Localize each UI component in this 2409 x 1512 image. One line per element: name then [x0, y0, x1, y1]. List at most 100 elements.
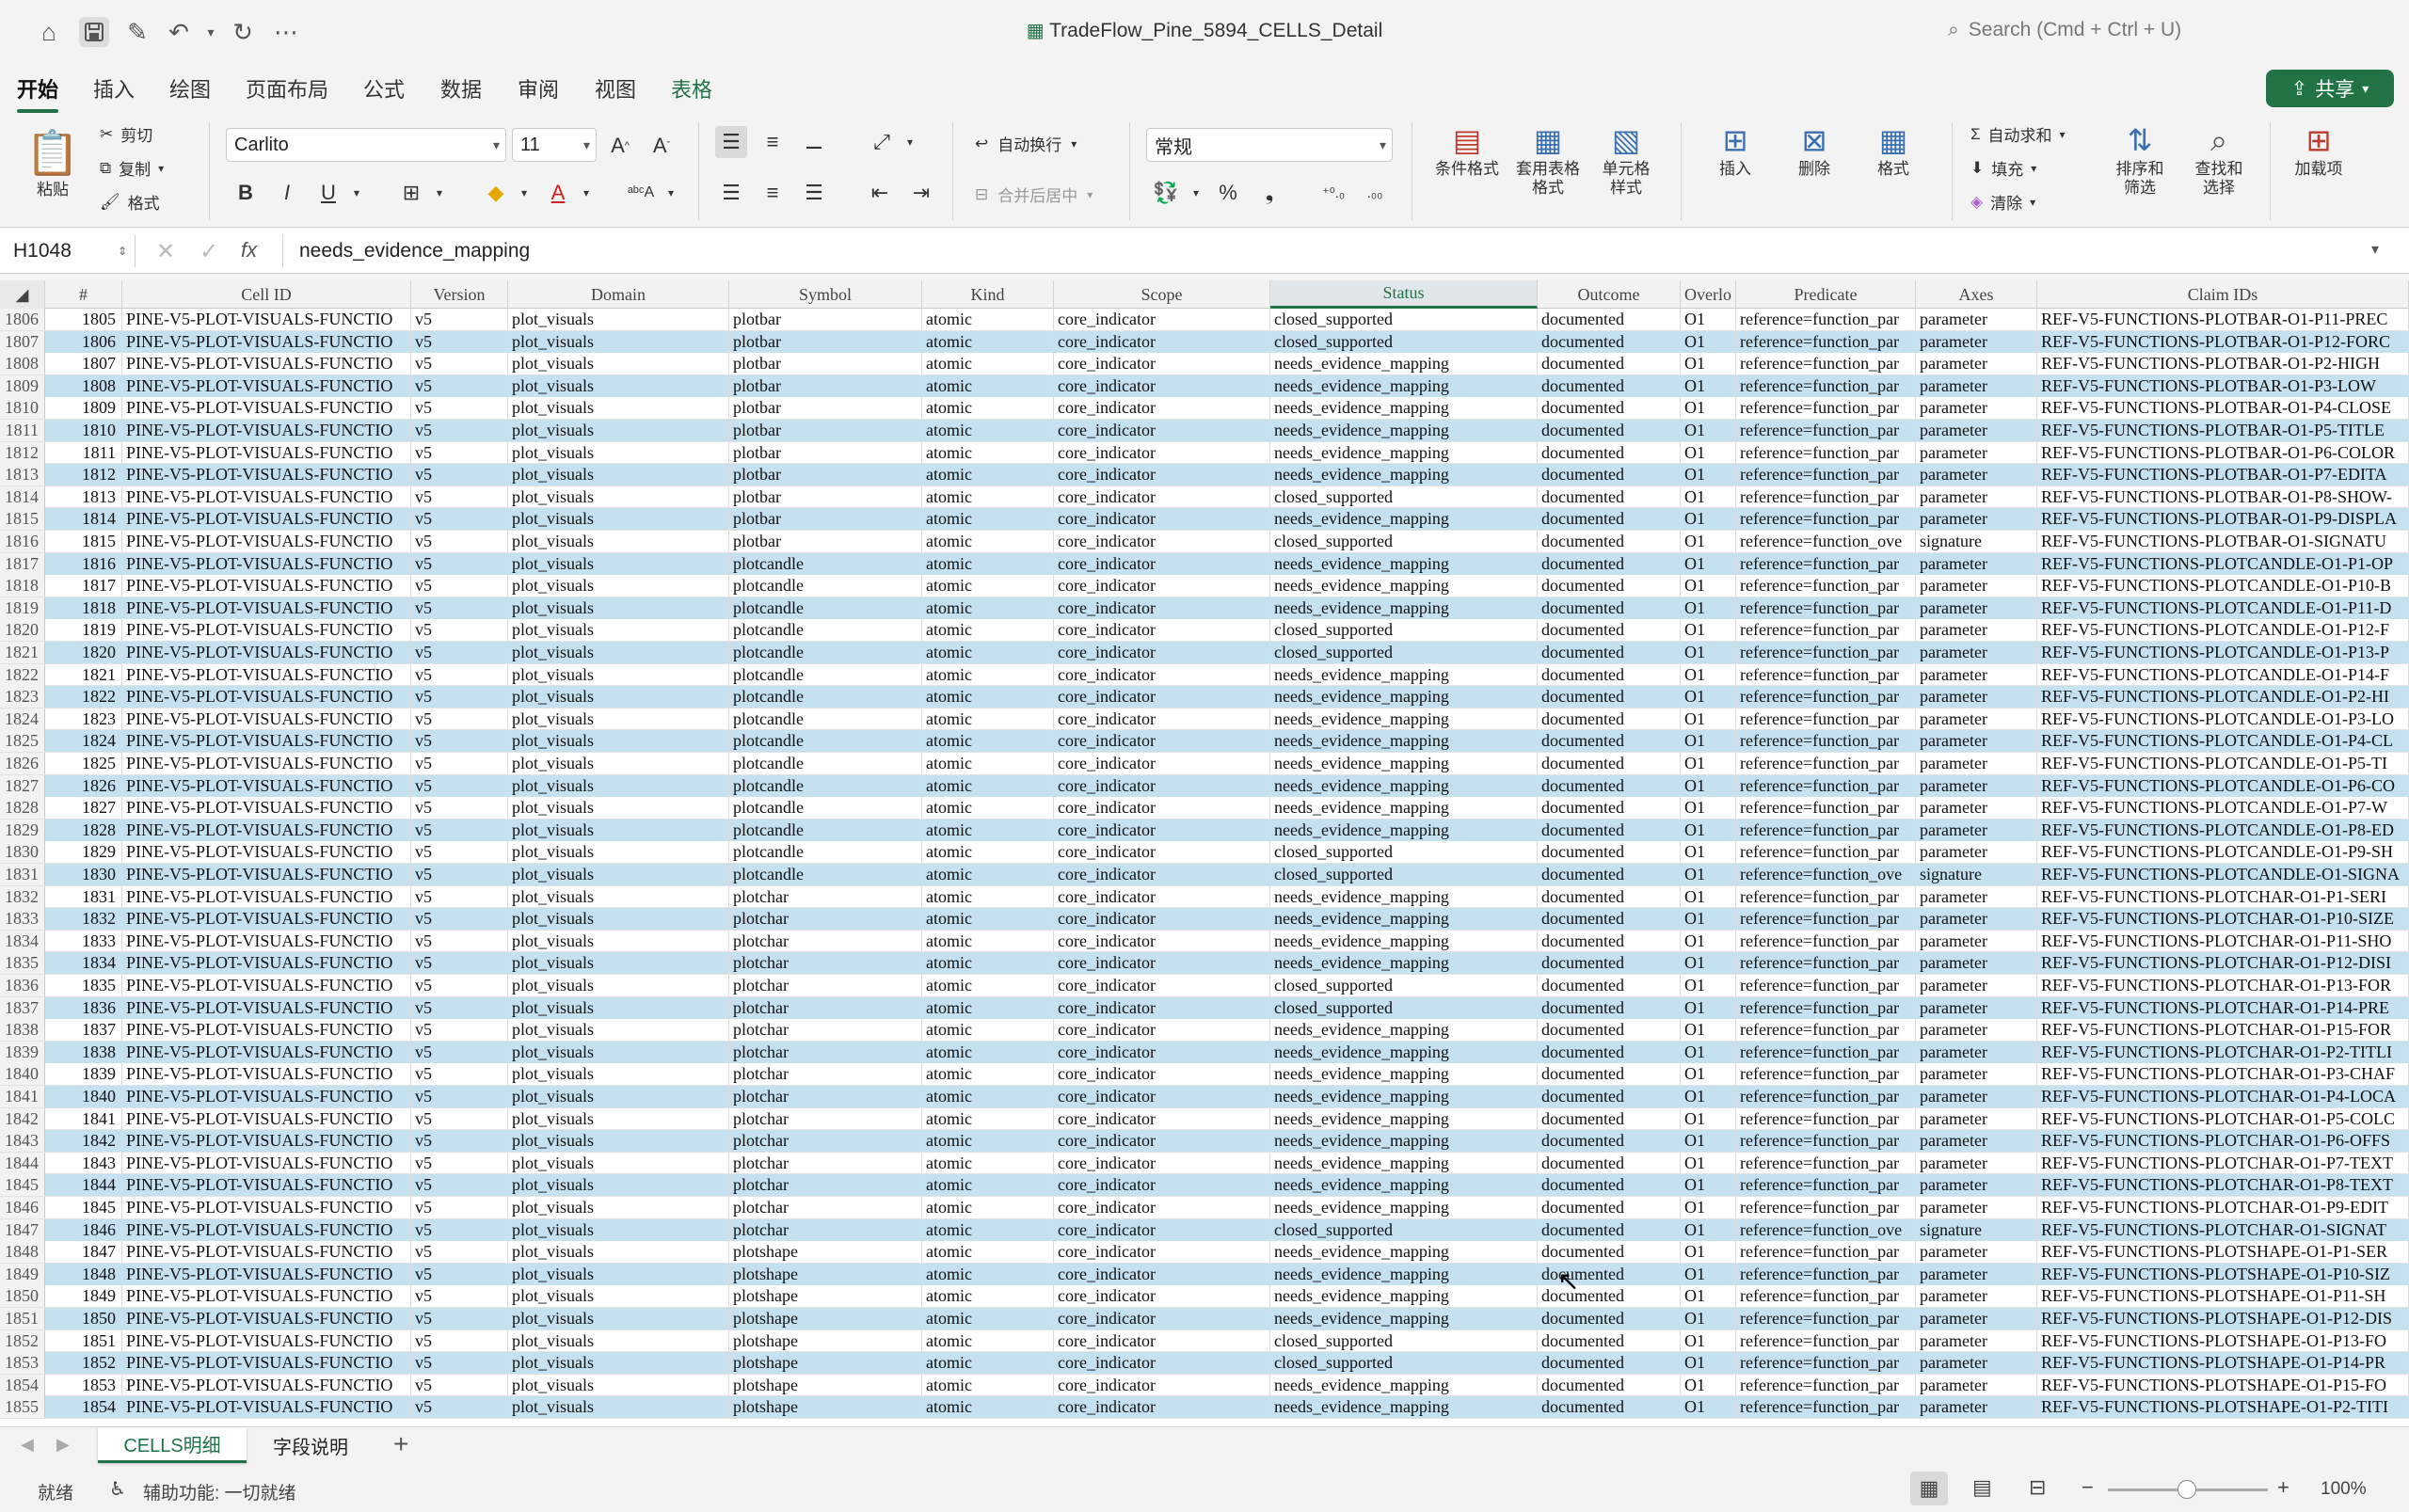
- align-left-icon[interactable]: ☰: [715, 177, 747, 209]
- cell-number[interactable]: 1808: [45, 374, 122, 397]
- cell-predicate[interactable]: reference=function_par: [1736, 1107, 1916, 1130]
- underline-dropdown-icon[interactable]: ▾: [341, 177, 373, 209]
- cell-kind[interactable]: atomic: [922, 619, 1054, 642]
- number-format-select[interactable]: 常规 ▾: [1146, 128, 1393, 162]
- cell-symbol[interactable]: plotchar: [729, 1130, 922, 1153]
- cell-axes[interactable]: parameter: [1916, 1107, 2037, 1130]
- cell-claim-ids[interactable]: REF-V5-FUNCTIONS-PLOTCANDLE-O1-SIGNA: [2037, 864, 2409, 885]
- row-header[interactable]: 1810: [0, 397, 45, 420]
- cell-version[interactable]: v5: [411, 485, 508, 508]
- cell-claim-ids[interactable]: REF-V5-FUNCTIONS-PLOTBAR-O1-P4-CLOSE: [2037, 397, 2409, 420]
- cell-kind[interactable]: atomic: [922, 397, 1054, 420]
- cell-claim-ids[interactable]: REF-V5-FUNCTIONS-PLOTSHAPE-O1-P11-SH: [2037, 1285, 2409, 1308]
- cell-overload[interactable]: O1: [1681, 420, 1736, 441]
- comma-icon[interactable]: ❟: [1253, 177, 1285, 209]
- cell-kind[interactable]: atomic: [922, 1107, 1054, 1130]
- cell-symbol[interactable]: plotcandle: [729, 619, 922, 642]
- cell-outcome[interactable]: documented: [1538, 1041, 1681, 1063]
- cell-cell-id[interactable]: PINE-V5-PLOT-VISUALS-FUNCTIO: [122, 1352, 411, 1375]
- cell-predicate[interactable]: reference=function_par: [1736, 930, 1916, 952]
- cell-claim-ids[interactable]: REF-V5-FUNCTIONS-PLOTCHAR-O1-P6-OFFS: [2037, 1130, 2409, 1153]
- page-break-view-icon[interactable]: ⊟: [2029, 1475, 2046, 1500]
- cell-claim-ids[interactable]: REF-V5-FUNCTIONS-PLOTCHAR-O1-P4-LOCA: [2037, 1086, 2409, 1107]
- cell-overload[interactable]: O1: [1681, 552, 1736, 575]
- cell-outcome[interactable]: documented: [1538, 1130, 1681, 1153]
- cell-status[interactable]: needs_evidence_mapping: [1270, 708, 1538, 730]
- cell-predicate[interactable]: reference=function_par: [1736, 1352, 1916, 1375]
- row-header[interactable]: 1814: [0, 485, 45, 508]
- cell-overload[interactable]: O1: [1681, 1019, 1736, 1042]
- cell-number[interactable]: 1818: [45, 597, 122, 619]
- cell-status[interactable]: needs_evidence_mapping: [1270, 1107, 1538, 1130]
- cell-domain[interactable]: plot_visuals: [508, 642, 729, 663]
- cell-symbol[interactable]: plotbar: [729, 374, 922, 397]
- cell-number[interactable]: 1825: [45, 753, 122, 774]
- table-format-button[interactable]: ▦ 套用表格 格式: [1508, 120, 1588, 198]
- cell-outcome[interactable]: documented: [1538, 841, 1681, 864]
- cell-status[interactable]: closed_supported: [1270, 485, 1538, 508]
- cell-kind[interactable]: atomic: [922, 1263, 1054, 1285]
- cell-scope[interactable]: core_indicator: [1054, 1285, 1270, 1308]
- tab-review[interactable]: 审阅: [518, 73, 559, 103]
- decrease-decimal-icon[interactable]: .₀₀: [1359, 177, 1391, 209]
- cell-overload[interactable]: O1: [1681, 975, 1736, 996]
- row-header[interactable]: 1818: [0, 575, 45, 597]
- cell-domain[interactable]: plot_visuals: [508, 1107, 729, 1130]
- cell-symbol[interactable]: plotchar: [729, 1197, 922, 1218]
- cell-overload[interactable]: O1: [1681, 397, 1736, 420]
- cell-symbol[interactable]: plotcandle: [729, 663, 922, 686]
- cell-kind[interactable]: atomic: [922, 1130, 1054, 1153]
- cell-scope[interactable]: core_indicator: [1054, 642, 1270, 663]
- cell-scope[interactable]: core_indicator: [1054, 531, 1270, 552]
- cell-outcome[interactable]: documented: [1538, 1218, 1681, 1241]
- cell-claim-ids[interactable]: REF-V5-FUNCTIONS-PLOTCANDLE-O1-P6-CO: [2037, 774, 2409, 797]
- cell-claim-ids[interactable]: REF-V5-FUNCTIONS-PLOTBAR-O1-P7-EDITA: [2037, 464, 2409, 486]
- cell-version[interactable]: v5: [411, 952, 508, 975]
- cell-domain[interactable]: plot_visuals: [508, 1396, 729, 1419]
- cell-axes[interactable]: parameter: [1916, 485, 2037, 508]
- cell-claim-ids[interactable]: REF-V5-FUNCTIONS-PLOTCANDLE-O1-P14-F: [2037, 663, 2409, 686]
- cell-kind[interactable]: atomic: [922, 531, 1054, 552]
- cell-domain[interactable]: plot_visuals: [508, 1218, 729, 1241]
- cell-scope[interactable]: core_indicator: [1054, 330, 1270, 353]
- cell-outcome[interactable]: documented: [1538, 1197, 1681, 1218]
- cell-domain[interactable]: plot_visuals: [508, 485, 729, 508]
- cell-predicate[interactable]: reference=function_ove: [1736, 531, 1916, 552]
- cell-kind[interactable]: atomic: [922, 1174, 1054, 1197]
- cell-predicate[interactable]: reference=function_par: [1736, 575, 1916, 597]
- cell-number[interactable]: 1814: [45, 508, 122, 531]
- cell-domain[interactable]: plot_visuals: [508, 441, 729, 464]
- cell-outcome[interactable]: documented: [1538, 353, 1681, 375]
- cell-scope[interactable]: core_indicator: [1054, 1396, 1270, 1419]
- row-header[interactable]: 1823: [0, 686, 45, 708]
- cell-axes[interactable]: signature: [1916, 531, 2037, 552]
- cell-version[interactable]: v5: [411, 753, 508, 774]
- cell-cell-id[interactable]: PINE-V5-PLOT-VISUALS-FUNCTIO: [122, 1130, 411, 1153]
- cell-domain[interactable]: plot_visuals: [508, 508, 729, 531]
- sheet-tab-field-notes[interactable]: 字段说明: [254, 1427, 367, 1463]
- cell-domain[interactable]: plot_visuals: [508, 663, 729, 686]
- cell-overload[interactable]: O1: [1681, 1263, 1736, 1285]
- cell-predicate[interactable]: reference=function_par: [1736, 508, 1916, 531]
- cell-overload[interactable]: O1: [1681, 841, 1736, 864]
- cell-outcome[interactable]: documented: [1538, 309, 1681, 330]
- cell-cell-id[interactable]: PINE-V5-PLOT-VISUALS-FUNCTIO: [122, 864, 411, 885]
- clear-button[interactable]: ◈ 清除 ▾: [1970, 190, 2035, 214]
- cell-predicate[interactable]: reference=function_par: [1736, 353, 1916, 375]
- cell-status[interactable]: needs_evidence_mapping: [1270, 1374, 1538, 1396]
- name-box[interactable]: H1048 ⇕: [6, 235, 136, 267]
- cell-scope[interactable]: core_indicator: [1054, 441, 1270, 464]
- cell-kind[interactable]: atomic: [922, 1374, 1054, 1396]
- cell-status[interactable]: needs_evidence_mapping: [1270, 1086, 1538, 1107]
- underline-icon[interactable]: U: [312, 177, 344, 209]
- cell-claim-ids[interactable]: REF-V5-FUNCTIONS-PLOTBAR-O1-P6-COLOR: [2037, 441, 2409, 464]
- cell-outcome[interactable]: documented: [1538, 552, 1681, 575]
- row-header[interactable]: 1813: [0, 464, 45, 486]
- cell-predicate[interactable]: reference=function_par: [1736, 485, 1916, 508]
- cell-predicate[interactable]: reference=function_par: [1736, 1019, 1916, 1042]
- cell-status[interactable]: closed_supported: [1270, 841, 1538, 864]
- cell-scope[interactable]: core_indicator: [1054, 975, 1270, 996]
- cell-axes[interactable]: parameter: [1916, 708, 2037, 730]
- row-header[interactable]: 1820: [0, 619, 45, 642]
- cell-scope[interactable]: core_indicator: [1054, 1218, 1270, 1241]
